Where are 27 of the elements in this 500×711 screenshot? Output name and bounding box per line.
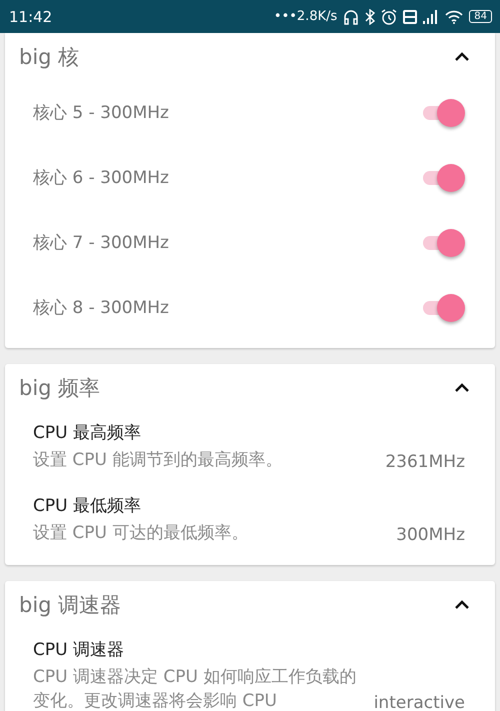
setting-title: CPU 调速器 (33, 639, 125, 661)
setting-value: 300MHz (396, 525, 465, 545)
setting-value: interactive (374, 693, 465, 711)
battery-indicator: 84 (469, 10, 492, 23)
clock-time: 11:42 (9, 8, 52, 26)
wifi-icon (445, 10, 464, 24)
bluetooth-icon (365, 8, 376, 24)
setting-description: CPU 调速器决定 CPU 如何响应工作负载的变化。更改调速器将会影响 CPU (33, 666, 358, 711)
setting-description: 设置 CPU 可达的最低频率。 (33, 522, 248, 545)
alarm-icon (381, 8, 398, 24)
core-label: 核心 8 - 300MHz (33, 297, 169, 319)
signal-icon (423, 10, 440, 24)
chevron-icon[interactable] (455, 52, 469, 61)
section-title: big 核 (19, 44, 80, 70)
setting-description: 设置 CPU 能调节到的最高频率。 (33, 449, 282, 472)
setting-title: CPU 最低频率 (33, 495, 142, 517)
headphones-icon (343, 8, 360, 24)
core-label: 核心 7 - 300MHz (33, 232, 169, 254)
core-label: 核心 5 - 300MHz (33, 102, 169, 124)
core-label: 核心 6 - 300MHz (33, 167, 169, 189)
network-speed: •••2.8K/s (274, 9, 338, 24)
chevron-icon[interactable] (455, 600, 469, 609)
section-title: big 调速器 (19, 592, 122, 618)
chevron-icon[interactable] (455, 383, 469, 392)
section-title: big 频率 (19, 374, 100, 402)
setting-title: CPU 最高频率 (33, 422, 142, 444)
setting-value: 2361MHz (385, 452, 465, 472)
